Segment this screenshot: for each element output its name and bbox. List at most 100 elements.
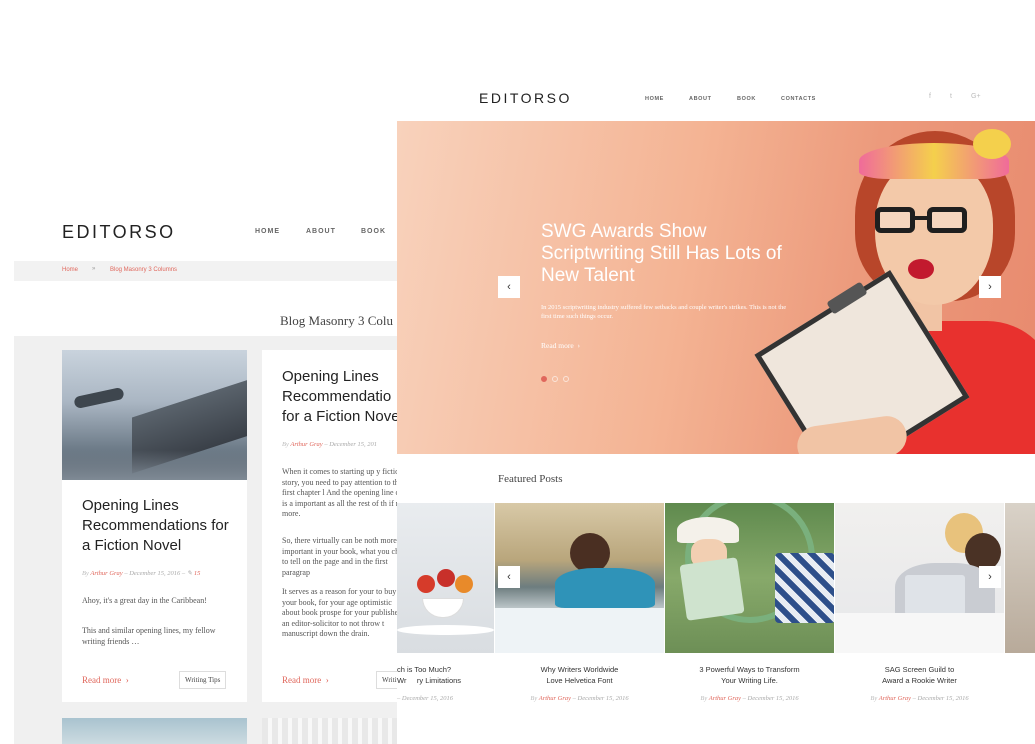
glasses-right — [927, 207, 967, 233]
post-excerpt: So, there virtually can be noth more imp… — [282, 536, 410, 577]
breadcrumb-home[interactable]: Home — [62, 267, 78, 273]
featured-post-title[interactable]: 3 Powerful Ways to Transform Your Writin… — [665, 664, 834, 686]
featured-post-thumbnail[interactable] — [1005, 503, 1035, 653]
title-line: Why Writers Worldwide — [540, 665, 619, 674]
slider-dots — [541, 376, 569, 382]
bed-shape — [835, 613, 1004, 653]
hero-title[interactable]: SWG Awards Show Scriptwriting Still Has … — [541, 221, 801, 287]
apple-shape — [417, 575, 435, 593]
post-meta: By Arthur Gray – December 15, 201 — [282, 441, 378, 448]
read-more-link[interactable]: Read more › — [82, 675, 129, 685]
teacup-shape — [422, 598, 464, 618]
slider-dot-1[interactable] — [541, 376, 547, 382]
read-more-link[interactable]: Read more › — [282, 675, 329, 685]
slider-dot-3[interactable] — [563, 376, 569, 382]
laptop-shape — [905, 575, 965, 615]
featured-post-meta: By Arthur Gray – December 15, 2016 — [530, 695, 629, 702]
featured-next-button[interactable]: › — [979, 566, 1001, 588]
meta-by: By — [870, 695, 878, 702]
featured-prev-button[interactable]: ‹ — [498, 566, 520, 588]
meta-date: December 15, 2016 — [129, 570, 181, 577]
back-nav-book[interactable]: BOOK — [361, 228, 386, 235]
chevron-right-icon: › — [321, 675, 329, 685]
chevron-left-icon: ‹ — [507, 571, 511, 583]
twitter-icon[interactable]: t — [950, 93, 952, 100]
hero-read-more-label: Read more — [541, 341, 574, 350]
featured-post-meta: By Arthur Gray – December 15, 2016 — [870, 695, 969, 702]
featured-post-meta: – December 15, 2016 — [397, 695, 453, 702]
featured-post-title[interactable]: ch is Too Much? Wr ry Limitations — [397, 664, 494, 686]
hero-slider[interactable]: SWG Awards Show Scriptwriting Still Has … — [397, 121, 1035, 454]
read-more-label: Read more — [282, 675, 322, 685]
glasses-left — [875, 207, 915, 233]
post-thumbnail[interactable] — [62, 718, 247, 744]
nav-book[interactable]: BOOK — [737, 96, 756, 102]
breadcrumb-separator: » — [92, 266, 96, 272]
meta-by: By — [530, 695, 538, 702]
title-line: Wr ry Limitations — [397, 676, 462, 685]
title-line: ch is Too Much? — [397, 665, 452, 674]
chevron-right-icon: › — [988, 281, 992, 293]
front-screenshot: EDITORSO HOME ABOUT BOOK CONTACTS f t G+… — [397, 62, 1035, 744]
blog-card: Opening Lines Recommendations for a Fict… — [62, 350, 247, 702]
book-shape — [679, 557, 745, 621]
chevron-right-icon: › — [573, 341, 580, 350]
meta-author[interactable]: Arthur Gray — [709, 695, 741, 702]
meta-date: December 15, 2016 — [747, 695, 799, 702]
meta-comments[interactable]: 15 — [194, 570, 201, 577]
breadcrumb: Home » Blog Masonry 3 Columns — [14, 261, 414, 281]
post-title[interactable]: Opening Lines Recommendatio for a Fictio… — [282, 367, 412, 427]
title-line: Award a Rookie Writer — [882, 676, 957, 685]
back-nav-about[interactable]: ABOUT — [306, 228, 336, 235]
hero-read-more[interactable]: Read more › — [541, 341, 580, 350]
slider-next-button[interactable]: › — [979, 276, 1001, 298]
apple-shape — [437, 569, 455, 587]
meta-by: By — [700, 695, 708, 702]
featured-post-meta: By Arthur Gray – December 15, 2016 — [700, 695, 799, 702]
meta-date: December 15, 2016 — [917, 695, 969, 702]
post-title[interactable]: Opening Lines Recommendations for a Fict… — [82, 496, 232, 556]
featured-post-title[interactable]: SAG Screen Guild to Award a Rookie Write… — [835, 664, 1004, 686]
back-nav-home[interactable]: HOME — [255, 228, 280, 235]
chevron-left-icon: ‹ — [507, 281, 511, 293]
meta-author[interactable]: Arthur Gray — [539, 695, 571, 702]
title-line: 3 Powerful Ways to Transform — [699, 665, 800, 674]
slider-dot-2[interactable] — [552, 376, 558, 382]
blanket-shape — [775, 553, 834, 623]
featured-post-thumbnail[interactable] — [397, 503, 494, 653]
nav-home[interactable]: HOME — [645, 96, 664, 102]
featured-post-title[interactable]: Why Writers Worldwide Love Helvetica Fon… — [495, 664, 664, 686]
page-title: Blog Masonry 3 Colu — [280, 313, 394, 328]
google-plus-icon[interactable]: G+ — [971, 93, 981, 100]
back-logo[interactable]: EDITORSO — [62, 222, 176, 243]
meta-date: December 15, 2016 — [577, 695, 629, 702]
tag-button[interactable]: Writing Tips — [179, 671, 227, 689]
featured-post-thumbnail[interactable] — [665, 503, 834, 653]
nav-contacts[interactable]: CONTACTS — [781, 96, 816, 102]
facebook-icon[interactable]: f — [929, 93, 931, 100]
meta-date: December 15, 201 — [329, 441, 378, 448]
chevron-right-icon: › — [121, 675, 129, 685]
post-meta: By Arthur Gray – December 15, 2016 – ✎ 1… — [82, 570, 201, 577]
meta-author[interactable]: Arthur Gray — [879, 695, 911, 702]
nav-about[interactable]: ABOUT — [689, 96, 712, 102]
blog-card — [62, 718, 247, 744]
post-excerpt: When it comes to starting up y fiction s… — [282, 467, 409, 518]
fighter-shape — [73, 386, 125, 410]
site-logo[interactable]: EDITORSO — [479, 90, 572, 106]
featured-post-thumbnail[interactable] — [495, 503, 664, 653]
post-thumbnail[interactable] — [62, 350, 247, 480]
post-thumbnail[interactable] — [262, 718, 412, 744]
post-excerpt: Ahoy, it's a great day in the Caribbean! — [82, 596, 207, 605]
headband-bow — [973, 129, 1011, 159]
featured-posts-heading: Featured Posts — [498, 473, 563, 485]
glasses-bridge — [913, 216, 929, 220]
meta-by: By — [282, 441, 289, 448]
title-line: Love Helvetica Font — [546, 676, 613, 685]
plate-shape — [397, 625, 494, 635]
slider-prev-button[interactable]: ‹ — [498, 276, 520, 298]
orange-shape — [455, 575, 473, 593]
meta-author[interactable]: Arthur Gray — [90, 570, 122, 577]
meta-author[interactable]: Arthur Gray — [290, 441, 322, 448]
chevron-right-icon: › — [988, 571, 992, 583]
